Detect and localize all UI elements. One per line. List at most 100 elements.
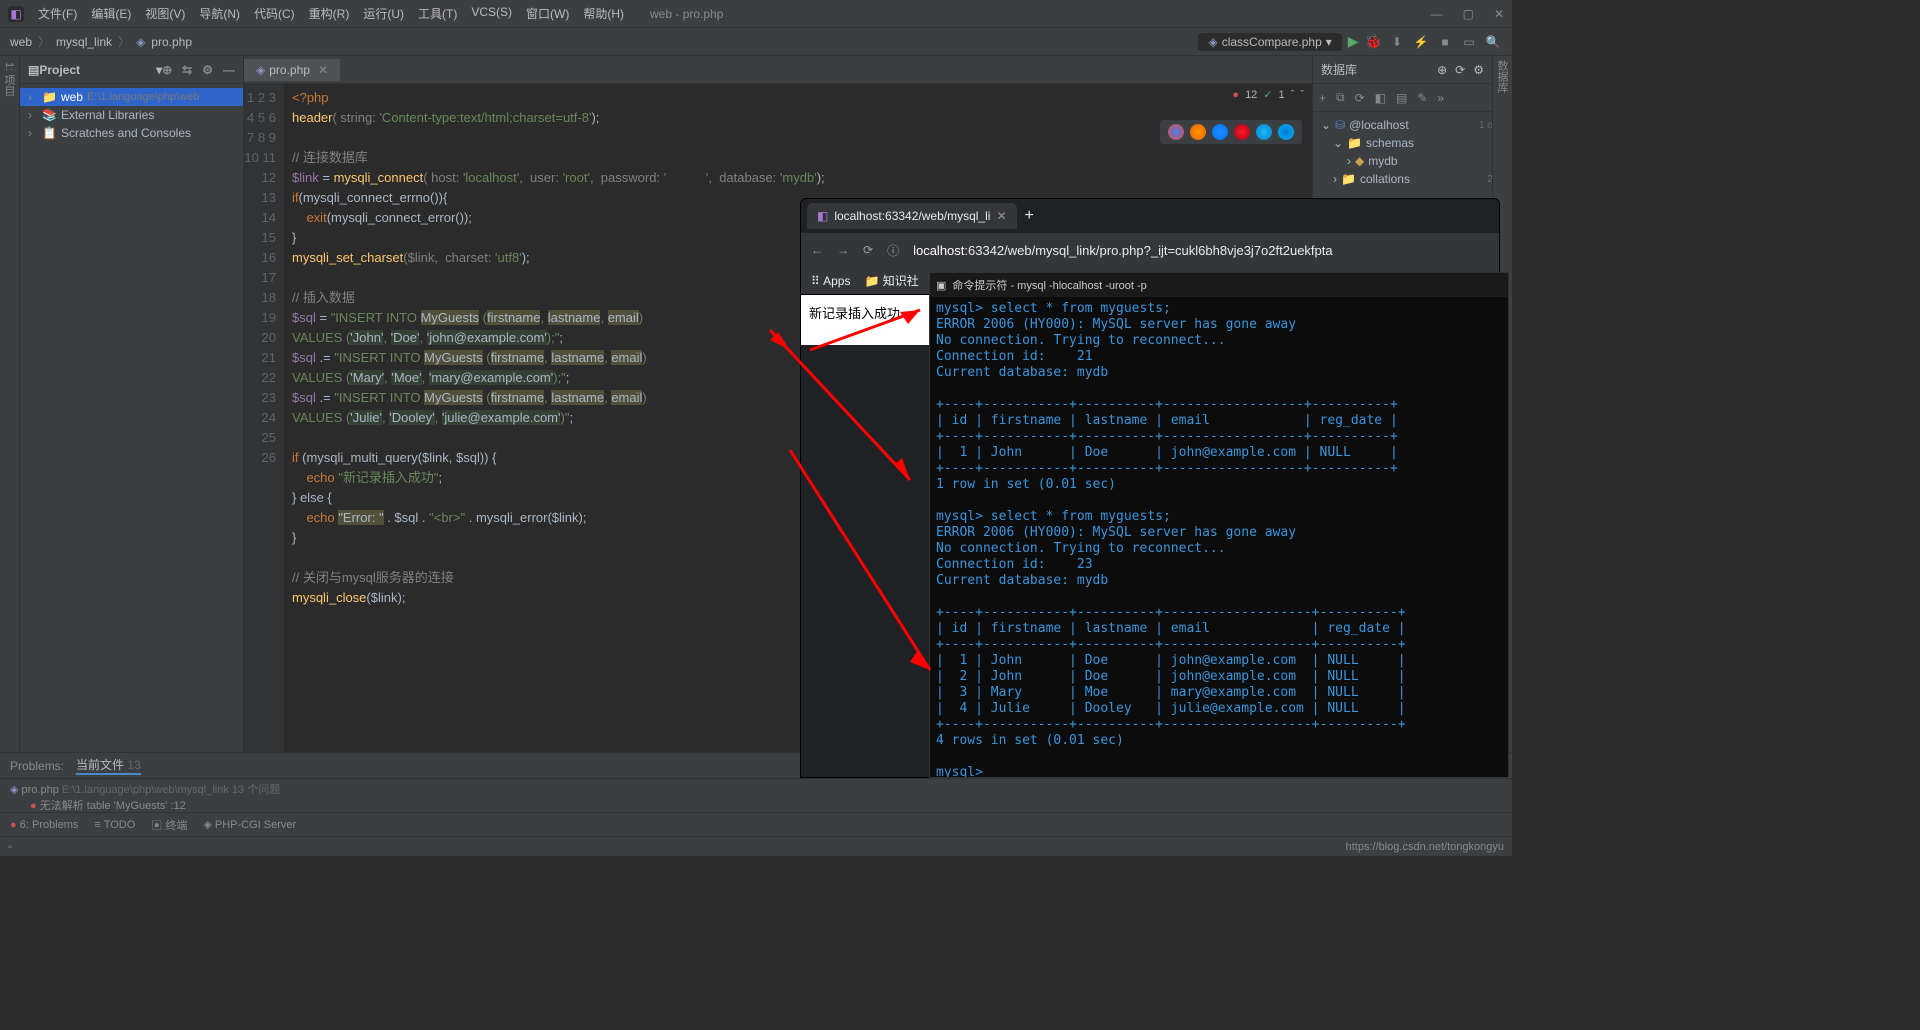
stop-icon[interactable]: ◧ xyxy=(1375,91,1386,105)
database-icon: ⛁ xyxy=(1335,118,1345,132)
refresh-icon[interactable]: ⟳ xyxy=(1355,91,1365,105)
add-icon[interactable]: + xyxy=(1319,91,1326,105)
layout-icon[interactable]: ▭ xyxy=(1460,35,1478,49)
php-server-tool-button[interactable]: ◈ PHP-CGI Server xyxy=(203,818,296,831)
hide-icon[interactable]: — xyxy=(223,63,235,77)
php-file-icon: ◈ xyxy=(136,35,145,49)
tab-pro-php[interactable]: ◈ pro.php ✕ xyxy=(244,59,340,81)
safari-icon[interactable] xyxy=(1212,124,1228,140)
chevron-down-icon: ⌄ xyxy=(1321,118,1331,132)
terminal-tool-button[interactable]: ▣ 终端 xyxy=(151,817,187,833)
tab-label: pro.php xyxy=(269,63,310,77)
db-item-collations[interactable]: › 📁 collations 270 xyxy=(1313,170,1512,188)
inspection-badges[interactable]: ●12 ✓1 ˆ ˇ xyxy=(1232,88,1304,101)
chrome-icon[interactable] xyxy=(1168,124,1184,140)
db-panel-header: 数据库 ⊕ ⟳ ⚙ — xyxy=(1313,56,1512,84)
todo-tool-button[interactable]: ≡ TODO xyxy=(94,819,135,831)
db-item-schemas[interactable]: ⌄ 📁 schemas 1 xyxy=(1313,134,1512,152)
panel-title[interactable]: Project xyxy=(39,63,156,77)
filter-icon[interactable]: ▤ xyxy=(1396,91,1407,105)
apps-bookmark[interactable]: ⠿ Apps xyxy=(811,274,850,288)
menu-edit[interactable]: 编辑(E) xyxy=(85,3,137,24)
browser-tab[interactable]: ◧ localhost:63342/web/mysql_li ✕ xyxy=(807,203,1017,229)
run-button[interactable]: ▶ xyxy=(1348,33,1359,50)
edge-icon[interactable] xyxy=(1278,124,1294,140)
menu-file[interactable]: 文件(F) xyxy=(32,3,83,24)
select-opened-file-icon[interactable]: ⊕ xyxy=(162,63,172,77)
breadcrumb-item[interactable]: pro.php xyxy=(151,35,192,49)
problem-file: pro.php xyxy=(22,784,59,796)
forward-icon[interactable]: → xyxy=(837,243,849,257)
problems-tool-button[interactable]: ● 6: Problems xyxy=(10,819,78,831)
menu-code[interactable]: 代码(C) xyxy=(248,3,301,24)
cmd-titlebar: ▣ 命令提示符 - mysql -hlocalhost -uroot -p xyxy=(930,273,1508,297)
library-icon: 📚 xyxy=(42,108,57,122)
reload-icon[interactable]: ⟳ xyxy=(863,243,873,257)
address-input[interactable]: localhost:63342/web/mysql_link/pro.php?_… xyxy=(913,243,1489,258)
gear-icon[interactable]: ⚙ xyxy=(1473,63,1484,77)
search-icon[interactable]: 🔍 xyxy=(1484,35,1502,49)
refresh-icon[interactable]: ⟳ xyxy=(1455,63,1465,77)
coverage-icon[interactable]: ⬇ xyxy=(1388,35,1406,49)
breadcrumb-item[interactable]: mysql_link xyxy=(56,35,112,49)
project-tree: › 📁 web E:\1.language\php\web › 📚 Extern… xyxy=(20,84,243,146)
stop-icon[interactable]: ■ xyxy=(1436,35,1454,49)
problem-item[interactable]: ● 无法解析 table 'MyGuests' :12 xyxy=(10,797,1502,813)
breadcrumb-item[interactable]: web xyxy=(10,35,32,49)
problem-path: E:\1.language\php\web\mysql_link xyxy=(62,784,229,796)
project-tool-button[interactable]: 1: 项目 xyxy=(0,56,19,752)
line-gutter: 1 2 3 4 5 6 7 8 9 10 11 12 13 14 15 16 1… xyxy=(244,84,284,752)
tree-label: External Libraries xyxy=(61,108,154,122)
run-config-selector[interactable]: ◈ classCompare.php ▾ xyxy=(1198,33,1341,51)
menu-vcs[interactable]: VCS(S) xyxy=(465,3,518,24)
bookmark-folder[interactable]: 📁 知识社 xyxy=(864,272,918,289)
tree-item-external-libs[interactable]: › 📚 External Libraries xyxy=(20,106,243,124)
menu-refactor[interactable]: 重构(R) xyxy=(303,3,356,24)
console-icon[interactable]: ✎ xyxy=(1417,91,1427,105)
chevron-right-icon: › xyxy=(1347,154,1351,168)
debug-button[interactable]: 🐞 xyxy=(1365,33,1382,50)
close-tab-icon[interactable]: ✕ xyxy=(318,63,328,77)
tab-current-file[interactable]: 当前文件 13 xyxy=(76,756,141,775)
tree-item-scratches[interactable]: › 📋 Scratches and Consoles xyxy=(20,124,243,142)
gear-icon[interactable]: ⚙ xyxy=(202,63,213,77)
tree-item-web[interactable]: › 📁 web E:\1.language\php\web xyxy=(20,88,243,106)
target-icon[interactable]: ⊕ xyxy=(1437,63,1447,77)
menu-navigate[interactable]: 导航(N) xyxy=(193,3,246,24)
maximize-icon[interactable]: ▢ xyxy=(1463,7,1474,21)
close-tab-icon[interactable]: ✕ xyxy=(996,209,1006,223)
duplicate-icon[interactable]: ⧉ xyxy=(1336,90,1345,105)
menu-window[interactable]: 窗口(W) xyxy=(520,3,575,24)
db-item-mydb[interactable]: › ◆ mydb xyxy=(1313,152,1512,170)
menu-run[interactable]: 运行(U) xyxy=(357,3,410,24)
chevron-up-icon[interactable]: ˆ xyxy=(1291,89,1295,101)
problem-file-row[interactable]: ◈ pro.php E:\1.language\php\web\mysql_li… xyxy=(10,781,1502,797)
back-icon[interactable]: ← xyxy=(811,243,823,257)
status-icon[interactable]: ▫ xyxy=(8,841,12,853)
menu-view[interactable]: 视图(V) xyxy=(139,3,191,24)
status-url: https://blog.csdn.net/tongkongyu xyxy=(1346,841,1504,853)
close-icon[interactable]: ✕ xyxy=(1494,7,1504,21)
window-controls: — ▢ ✕ xyxy=(1431,7,1504,21)
tree-label: web xyxy=(61,90,83,104)
folder-icon: 📁 xyxy=(1347,136,1362,150)
profile-icon[interactable]: ⚡ xyxy=(1412,35,1430,49)
info-icon[interactable]: ⓘ xyxy=(887,242,899,259)
browser-tab-label: localhost:63342/web/mysql_li xyxy=(834,209,990,223)
ie-icon[interactable] xyxy=(1256,124,1272,140)
minimize-icon[interactable]: — xyxy=(1431,7,1443,21)
db-item-localhost[interactable]: ⌄ ⛁ @localhost 1 of 8 xyxy=(1313,116,1512,134)
cmd-title-text: 命令提示符 - mysql -hlocalhost -uroot -p xyxy=(952,277,1146,293)
firefox-icon[interactable] xyxy=(1190,124,1206,140)
chevron-right-icon: 〉 xyxy=(38,33,50,50)
browser-address-bar: ← → ⟳ ⓘ localhost:63342/web/mysql_link/p… xyxy=(801,233,1499,267)
cmd-output[interactable]: mysql> select * from myguests; ERROR 200… xyxy=(930,297,1508,778)
menu-tools[interactable]: 工具(T) xyxy=(412,3,463,24)
chevron-down-icon[interactable]: ˇ xyxy=(1300,89,1304,101)
menu-help[interactable]: 帮助(H) xyxy=(577,3,630,24)
cmd-icon: ▣ xyxy=(936,279,946,292)
more-icon[interactable]: » xyxy=(1437,91,1444,105)
new-tab-button[interactable]: + xyxy=(1025,207,1034,225)
expand-all-icon[interactable]: ⇆ xyxy=(182,63,192,77)
opera-icon[interactable] xyxy=(1234,124,1250,140)
